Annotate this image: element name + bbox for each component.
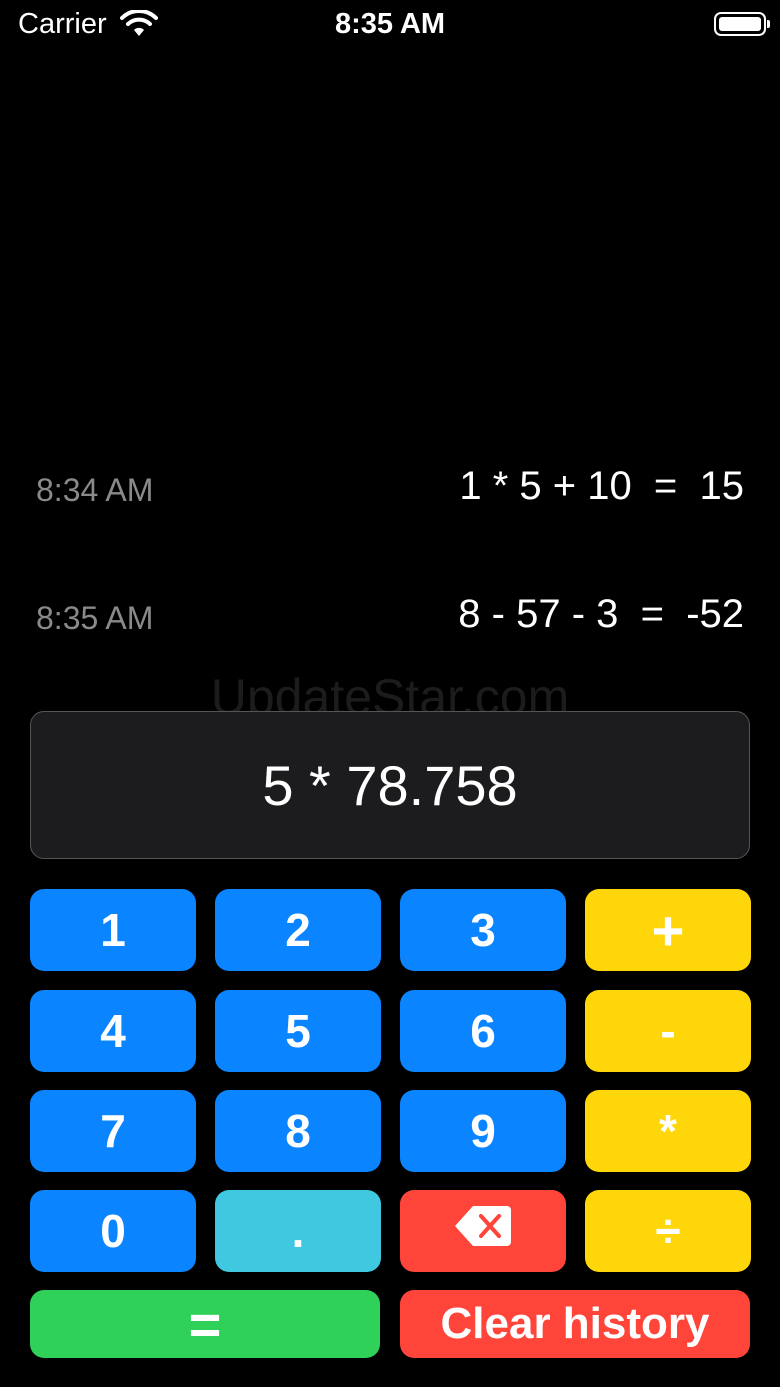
- equals-button[interactable]: =: [30, 1290, 380, 1358]
- clear-history-button[interactable]: Clear history: [400, 1290, 750, 1358]
- key-5[interactable]: 5: [215, 990, 381, 1072]
- divide-button[interactable]: ÷: [585, 1190, 751, 1272]
- key-9[interactable]: 9: [400, 1090, 566, 1172]
- key-3[interactable]: 3: [400, 889, 566, 971]
- history-expression: 8 - 57 - 3 = -52: [458, 592, 744, 636]
- minus-button[interactable]: -: [585, 990, 751, 1072]
- history-time: 8:34 AM: [36, 472, 154, 508]
- decimal-button[interactable]: .: [215, 1190, 381, 1272]
- key-7[interactable]: 7: [30, 1090, 196, 1172]
- battery-icon: [714, 12, 770, 36]
- key-2[interactable]: 2: [215, 889, 381, 971]
- history-expression: 1 * 5 + 10 = 15: [459, 464, 744, 508]
- multiply-button[interactable]: *: [585, 1090, 751, 1172]
- key-8[interactable]: 8: [215, 1090, 381, 1172]
- delete-button[interactable]: [400, 1190, 566, 1272]
- key-0[interactable]: 0: [30, 1190, 196, 1272]
- key-1[interactable]: 1: [30, 889, 196, 971]
- history-time: 8:35 AM: [36, 600, 154, 636]
- plus-button[interactable]: +: [585, 889, 751, 971]
- key-6[interactable]: 6: [400, 990, 566, 1072]
- history-row: 8:34 AM 1 * 5 + 10 = 15: [0, 460, 780, 520]
- status-time: 8:35 AM: [334, 8, 446, 40]
- expression-display: 5 * 78.758: [30, 711, 750, 859]
- status-bar: Carrier 8:35 AM: [0, 0, 780, 52]
- key-4[interactable]: 4: [30, 990, 196, 1072]
- history-row: 8:35 AM 8 - 57 - 3 = -52: [0, 588, 780, 648]
- backspace-icon: [453, 1202, 513, 1261]
